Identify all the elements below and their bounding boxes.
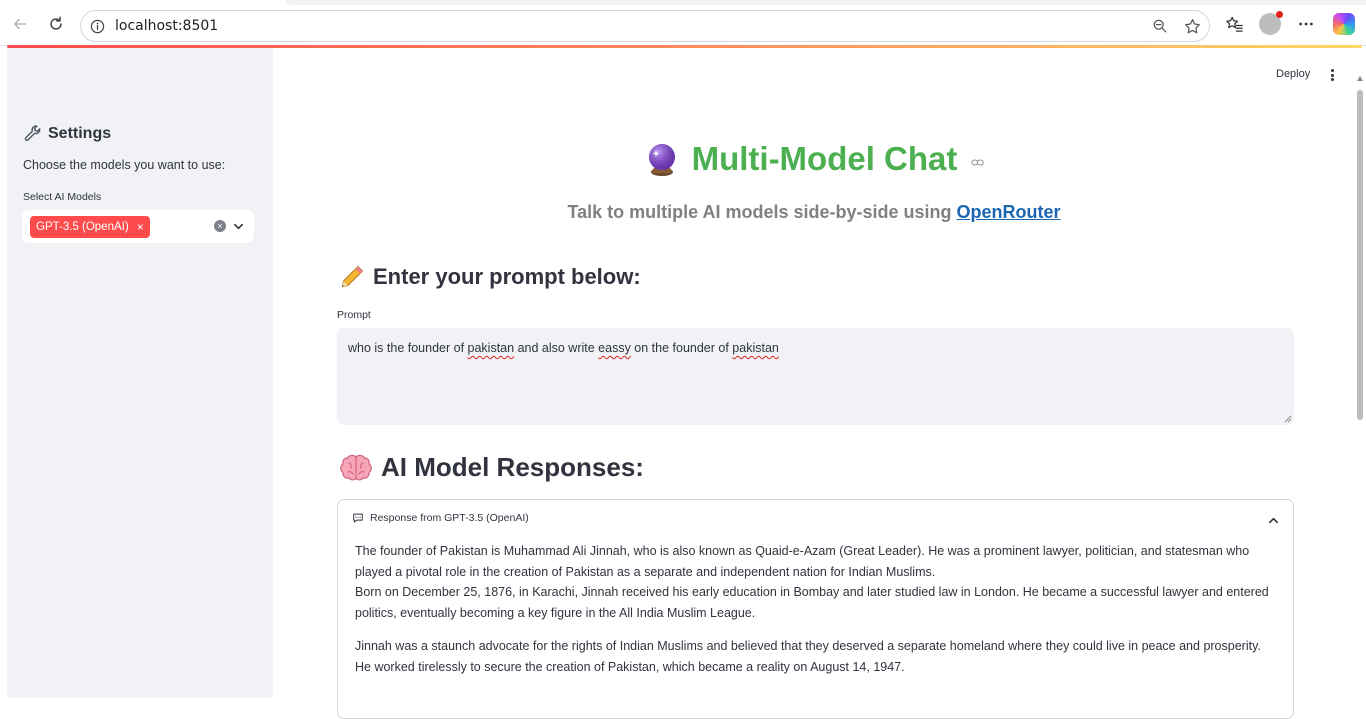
favorites-icon[interactable] [1223,13,1245,35]
zoom-icon[interactable] [1151,17,1169,35]
clear-selection-icon[interactable]: × [214,220,226,232]
prompt-label: Prompt [337,309,371,321]
tab-strip [286,0,1366,5]
remove-chip-icon[interactable]: × [137,221,144,233]
prompt-heading: Enter your prompt below: [339,264,641,290]
deploy-button[interactable]: Deploy [1276,68,1310,80]
sidebar: Settings Choose the models you want to u… [7,48,273,698]
wrench-icon [24,125,41,141]
page-scrollbar[interactable] [1355,48,1366,698]
more-options-icon[interactable] [1295,13,1317,35]
avatar-icon [1259,11,1283,35]
url-text: localhost:8501 [115,18,219,34]
site-info-icon[interactable] [89,18,105,34]
crystal-ball-icon [648,144,675,176]
back-button[interactable] [8,12,32,36]
openrouter-link[interactable]: OpenRouter [957,202,1061,222]
chat-bubble-icon [353,513,363,523]
back-arrow-icon [13,18,27,30]
model-multiselect[interactable]: GPT-3.5 (OpenAI) × × [22,210,254,243]
pencil-icon [341,265,364,288]
sidebar-description: Choose the models you want to use: [23,158,226,172]
response-expander[interactable]: Response from GPT-3.5 (OpenAI) The found… [337,499,1294,719]
browser-toolbar: localhost:8501 [0,0,1366,46]
prompt-textarea[interactable]: who is the founder of pakistan and also … [337,328,1294,425]
response-paragraph: Jinnah was a staunch advocate for the ri… [355,639,1261,674]
chevron-down-icon[interactable] [232,220,244,232]
page-subtitle: Talk to multiple AI models side-by-side … [567,202,1061,222]
chevron-up-icon[interactable] [1267,514,1279,526]
scroll-up-icon[interactable] [1357,76,1363,81]
main-menu-icon[interactable] [1327,67,1337,83]
reload-button[interactable] [44,12,68,36]
resize-handle-icon[interactable] [1284,415,1292,423]
response-expander-header[interactable]: Response from GPT-3.5 (OpenAI) [352,512,529,524]
model-chip-label: GPT-3.5 (OpenAI) [36,220,129,233]
reload-icon [50,16,62,30]
model-select-label: Select AI Models [23,191,102,203]
anchor-link-icon[interactable] [971,158,985,167]
page-title: Multi-Model Chat [273,140,1355,178]
model-chip[interactable]: GPT-3.5 (OpenAI) × [30,215,150,238]
main-content: Deploy Multi-Model Chat Talk to multiple… [273,48,1355,719]
scroll-thumb[interactable] [1357,90,1363,420]
response-paragraph: The founder of Pakistan is Muhammad Ali … [355,544,1269,620]
sidebar-title: Settings [23,124,111,143]
response-text: The founder of Pakistan is Muhammad Ali … [355,541,1275,690]
favorite-star-icon[interactable] [1183,17,1201,35]
profile-avatar[interactable] [1259,11,1283,35]
responses-heading: AI Model Responses: [339,452,644,483]
brain-icon [340,454,372,480]
copilot-icon[interactable] [1333,13,1355,35]
address-bar[interactable]: localhost:8501 [80,10,1210,42]
